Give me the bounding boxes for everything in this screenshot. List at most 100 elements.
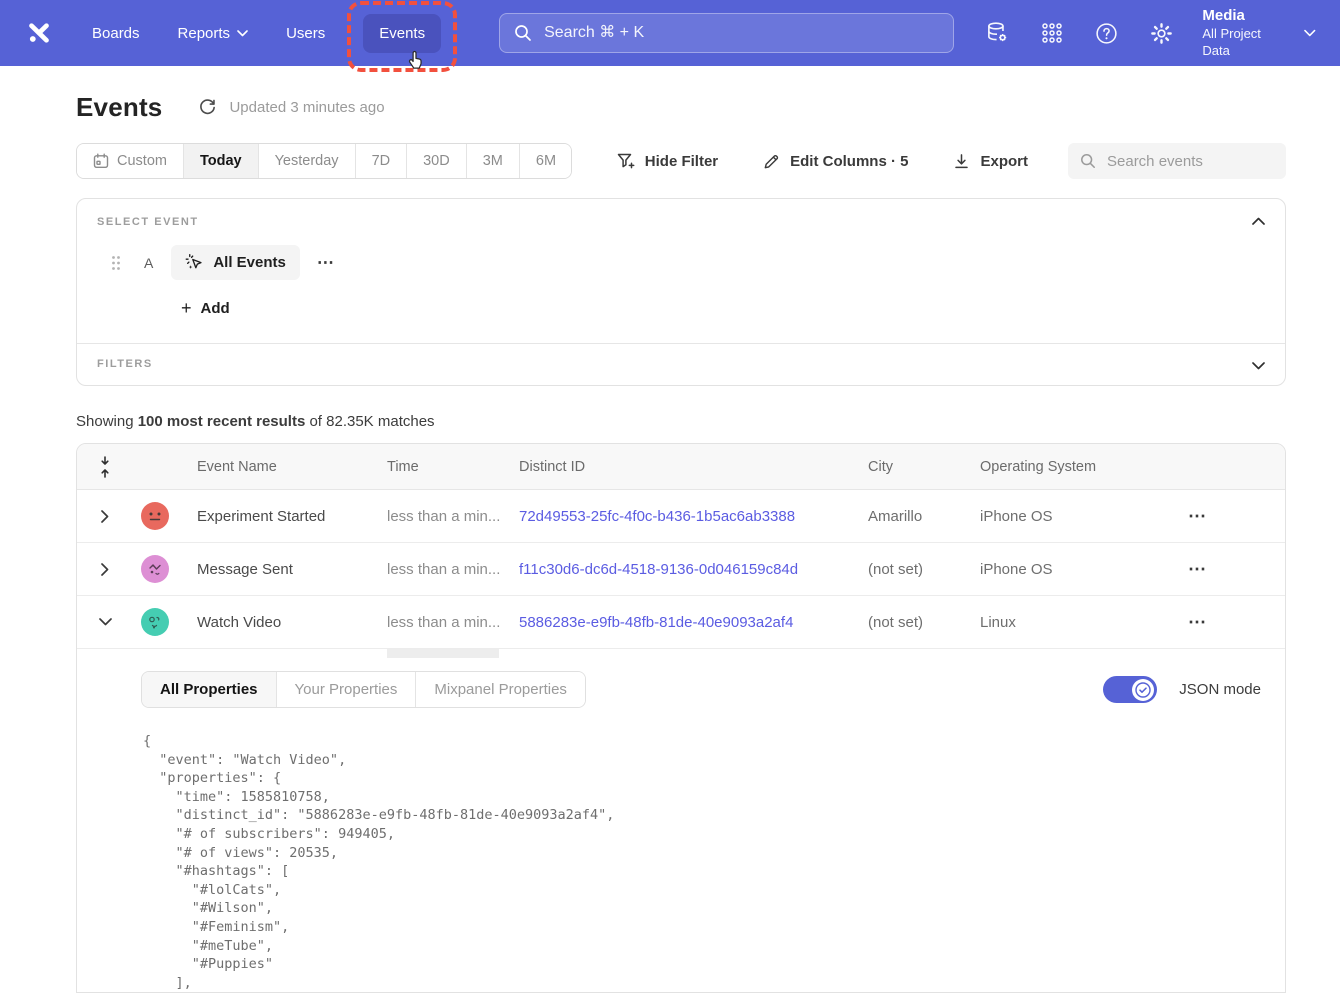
nav-item-reports[interactable]: Reports [178, 25, 249, 42]
nav-item-label: Users [286, 25, 325, 42]
add-event-label: Add [201, 300, 230, 317]
download-icon [952, 152, 971, 171]
time-cell: less than a min... [387, 508, 519, 525]
row-actions-button[interactable]: ⋯ [1170, 559, 1285, 580]
distinct-id-link[interactable]: 5886283e-e9fb-48fb-81de-40e9093a2af4 [519, 614, 868, 631]
column-header-event-name[interactable]: Event Name [177, 459, 387, 475]
json-mode-toggle[interactable] [1103, 676, 1157, 703]
table-row[interactable]: Watch Video less than a min... 5886283e-… [77, 596, 1285, 649]
global-search-input[interactable] [542, 23, 939, 43]
edit-columns-label: Edit Columns · 5 [790, 153, 908, 170]
date-option-6m[interactable]: 6M [519, 144, 572, 178]
date-option-3m[interactable]: 3M [466, 144, 519, 178]
date-option-label: 7D [372, 153, 391, 169]
nav-item-events[interactable]: Events [363, 14, 441, 53]
top-nav: Boards Reports Users Events [0, 0, 1340, 66]
sort-column-header[interactable] [77, 455, 133, 479]
event-detail-panel: All Properties Your Properties Mixpanel … [77, 658, 1285, 992]
results-count: 100 most recent results [138, 413, 306, 430]
hand-cursor-icon [404, 48, 427, 71]
page-title: Events [76, 92, 162, 123]
nav-item-events-wrapper: Events [363, 14, 441, 53]
distinct-id-link[interactable]: 72d49553-25fc-4f0c-b436-1b5ac6ab3388 [519, 508, 868, 525]
event-name-cell: Experiment Started [177, 508, 387, 525]
settings-gear-icon[interactable] [1149, 21, 1174, 46]
hide-filter-button[interactable]: Hide Filter [616, 151, 718, 171]
expand-filters-button[interactable] [1248, 358, 1269, 374]
export-label: Export [980, 153, 1028, 170]
date-option-yesterday[interactable]: Yesterday [258, 144, 355, 178]
nav-right-cluster: Media All Project Data [954, 6, 1316, 59]
nav-item-label: Boards [92, 25, 140, 42]
date-option-today[interactable]: Today [183, 144, 258, 178]
drag-handle-icon[interactable] [111, 255, 121, 271]
event-query-row: A All Events ⋯ [97, 245, 1265, 280]
json-mode-label: JSON mode [1179, 681, 1261, 698]
date-option-label: 3M [483, 153, 503, 169]
column-header-os[interactable]: Operating System [980, 459, 1170, 475]
city-cell: Amarillo [868, 508, 980, 525]
nav-item-boards[interactable]: Boards [92, 25, 140, 42]
events-search-input[interactable] [1105, 152, 1274, 171]
tab-your-properties[interactable]: Your Properties [276, 672, 416, 707]
hide-filter-label: Hide Filter [645, 153, 718, 170]
events-search [1068, 143, 1286, 179]
date-option-custom[interactable]: Custom [77, 144, 183, 178]
table-row[interactable]: Experiment Started less than a min... 72… [77, 490, 1285, 543]
row-actions-button[interactable]: ⋯ [1170, 506, 1285, 527]
add-event-button[interactable]: + Add [181, 299, 230, 317]
column-header-city[interactable]: City [868, 459, 980, 475]
data-management-icon[interactable] [984, 20, 1010, 46]
help-icon[interactable] [1094, 21, 1119, 46]
chevron-down-icon [1304, 29, 1316, 37]
expand-row-button[interactable] [77, 557, 133, 582]
table-row[interactable]: Message Sent less than a min... f11c30d6… [77, 543, 1285, 596]
select-event-label: SELECT EVENT [97, 216, 1265, 228]
date-option-label: 30D [423, 153, 450, 169]
chevron-down-icon [237, 30, 248, 37]
date-option-30d[interactable]: 30D [406, 144, 466, 178]
chevron-down-icon [99, 618, 112, 626]
export-button[interactable]: Export [952, 152, 1028, 171]
filter-funnel-icon [616, 151, 636, 171]
project-switcher[interactable]: Media All Project Data [1202, 6, 1316, 59]
nav-item-label: Reports [178, 25, 231, 42]
global-search [499, 13, 954, 53]
mixpanel-logo[interactable] [24, 18, 54, 48]
chevron-right-icon [101, 510, 109, 523]
tab-mixpanel-properties[interactable]: Mixpanel Properties [415, 672, 585, 707]
table-header-row: Event Name Time Distinct ID City Operati… [77, 444, 1285, 490]
check-icon [1135, 682, 1151, 698]
project-scope: All Project Data [1202, 26, 1288, 60]
selected-event-name: All Events [213, 254, 286, 271]
filters-section[interactable]: FILTERS [77, 344, 1285, 385]
query-builder-card: SELECT EVENT A [76, 198, 1286, 386]
column-header-time[interactable]: Time [387, 459, 519, 475]
filters-label: FILTERS [97, 358, 1265, 370]
collapse-row-button[interactable] [77, 612, 133, 632]
date-option-label: Custom [117, 153, 167, 169]
project-name: Media [1202, 6, 1288, 26]
event-name-cell: Message Sent [177, 561, 387, 578]
date-option-7d[interactable]: 7D [355, 144, 407, 178]
expand-row-button[interactable] [77, 504, 133, 529]
last-updated-text: Updated 3 minutes ago [229, 99, 384, 116]
avatar [141, 608, 169, 636]
avatar [141, 555, 169, 583]
row-actions-button[interactable]: ⋯ [1170, 612, 1285, 633]
event-row-menu-button[interactable]: ⋯ [317, 253, 335, 273]
collapse-section-button[interactable] [1248, 213, 1269, 229]
event-selector-chip[interactable]: All Events [171, 245, 300, 280]
nav-item-users[interactable]: Users [286, 25, 325, 42]
date-option-label: 6M [536, 153, 556, 169]
results-prefix: Showing [76, 413, 138, 430]
distinct-id-link[interactable]: f11c30d6-dc6d-4518-9136-0d046159c84d [519, 561, 868, 578]
edit-columns-button[interactable]: Edit Columns · 5 [762, 152, 908, 171]
refresh-button[interactable] [198, 98, 217, 117]
column-header-distinct-id[interactable]: Distinct ID [519, 459, 868, 475]
apps-grid-icon[interactable] [1040, 21, 1064, 45]
search-icon [514, 24, 532, 42]
pencil-icon [762, 152, 781, 171]
time-cell: less than a min... [387, 561, 519, 578]
tab-all-properties[interactable]: All Properties [142, 672, 276, 707]
